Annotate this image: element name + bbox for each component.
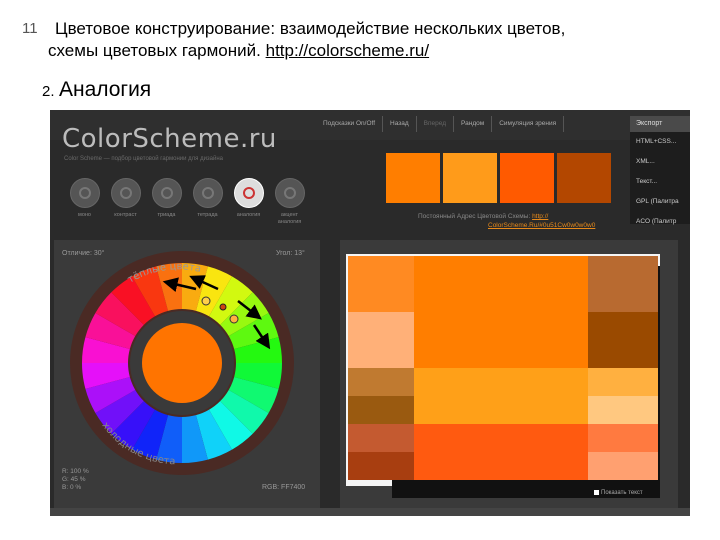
- mode-label: триада: [157, 212, 176, 218]
- mode-wheel-icon: [110, 178, 141, 208]
- app-logo: ColorScheme.ru: [62, 124, 277, 154]
- preview-cell: [348, 396, 414, 424]
- mode-wheel-icon: [151, 178, 182, 208]
- scheme-mode[interactable]: аналогия: [228, 178, 269, 226]
- mode-wheel-icon: [192, 178, 223, 208]
- top-menu: Подсказки On/Off Назад Вперед Рандом Симуляц…: [316, 116, 565, 132]
- heading-bold: Цветовое конструирование: [55, 19, 271, 38]
- mode-label: тетрада: [197, 212, 218, 218]
- scheme-mode[interactable]: тетрада: [187, 178, 228, 226]
- scheme-mode[interactable]: моно: [64, 178, 105, 226]
- scheme-preview: [346, 254, 660, 498]
- address-label: Постоянный Адрес Цветовой Схемы:: [418, 213, 531, 220]
- menu-item[interactable]: Подсказки On/Off: [316, 116, 384, 132]
- preview-cell: [348, 368, 414, 396]
- mode-wheel-icon: [274, 178, 305, 208]
- scheme-mode[interactable]: триада: [146, 178, 187, 226]
- menu-item[interactable]: Симуляция зрения: [492, 116, 565, 132]
- picker-handle-1[interactable]: [201, 296, 211, 306]
- permanent-address: Постоянный Адрес Цветовой Схемы: http://…: [418, 212, 595, 230]
- app-tagline: Color Scheme — подбор цветовой гармонии …: [64, 156, 224, 162]
- menu-item[interactable]: Назад: [383, 116, 417, 132]
- color-swatch[interactable]: [500, 153, 554, 203]
- slide-number: 11: [22, 20, 38, 37]
- mode-label: контраст: [114, 212, 137, 218]
- address-url-2[interactable]: ColorScheme.Ru/#0u51Cw0w0w0w0: [488, 222, 595, 229]
- preview-cell: [414, 368, 588, 424]
- preview-cell: [588, 312, 658, 368]
- heading-rest: : взаимодействие нескольких цветов,: [270, 19, 566, 38]
- scheme-mode[interactable]: контраст: [105, 178, 146, 226]
- color-swatch[interactable]: [443, 153, 497, 203]
- scheme-mode[interactable]: акцент аналогия: [269, 178, 310, 226]
- export-menu-item[interactable]: XML...: [630, 152, 690, 172]
- menu-item[interactable]: Вперед: [417, 116, 454, 132]
- mode-wheel-icon: [69, 178, 100, 208]
- address-url-1[interactable]: http://: [532, 213, 548, 220]
- show-text-checkbox[interactable]: Показать текст: [594, 490, 643, 496]
- color-wheel[interactable]: тёплые цвета холодные цвета: [68, 249, 296, 477]
- scheme-preview-panel: Показать текст: [340, 240, 678, 512]
- scheme-modes: моно контраст триада тетрада аналогия акцент …: [64, 178, 310, 226]
- preview-cell: [348, 452, 414, 480]
- export-button[interactable]: Экспорт: [630, 116, 690, 132]
- preview-cell: [588, 256, 658, 312]
- mode-label: аналогия: [236, 212, 261, 218]
- picker-handle-main[interactable]: [219, 303, 227, 311]
- preview-cell: [588, 368, 658, 396]
- preview-cell: [588, 424, 658, 452]
- export-menu-item[interactable]: HTML+CSS...: [630, 132, 690, 152]
- preview-cell: [348, 312, 414, 368]
- heading-line2: схемы цветовых гармоний.: [48, 41, 261, 60]
- sub-title: Аналогия: [58, 78, 152, 101]
- bottom-tabs: [50, 508, 690, 516]
- preview-cell: [414, 424, 588, 480]
- preview-cell: [588, 396, 658, 424]
- export-dropdown: HTML+CSS... XML... Текст... GPL (Палитра ACO…: [630, 132, 690, 225]
- sub-number: 2.: [42, 83, 55, 100]
- export-menu-item[interactable]: ACO (Палитр: [630, 212, 690, 232]
- subheading: 2. Аналогия: [42, 78, 151, 102]
- color-swatches: [386, 153, 614, 203]
- export-menu-item[interactable]: Текст...: [630, 172, 690, 192]
- preview-cell: [588, 452, 658, 480]
- colorscheme-app-screenshot: ColorScheme.ru Color Scheme — подбор цве…: [50, 110, 690, 516]
- preview-main-block: [414, 256, 588, 368]
- export-menu-item[interactable]: GPL (Палитра: [630, 192, 690, 212]
- rgb-hex-readout: RGB: FF7400: [262, 484, 306, 491]
- color-swatch[interactable]: [557, 153, 611, 203]
- preview-cell: [348, 256, 414, 312]
- mode-label: акцент аналогия: [277, 212, 302, 225]
- picker-handle-2[interactable]: [229, 314, 239, 324]
- heading-link[interactable]: http://colorscheme.ru/: [266, 41, 429, 60]
- mode-wheel-icon: [233, 178, 264, 208]
- selected-color-center: [142, 323, 222, 403]
- slide-heading: Цветовое конструирование: взаимодействие…: [48, 18, 695, 62]
- color-swatch[interactable]: [386, 153, 440, 203]
- mode-label: моно: [78, 212, 91, 218]
- preview-cell: [348, 424, 414, 452]
- menu-item[interactable]: Рандом: [454, 116, 493, 132]
